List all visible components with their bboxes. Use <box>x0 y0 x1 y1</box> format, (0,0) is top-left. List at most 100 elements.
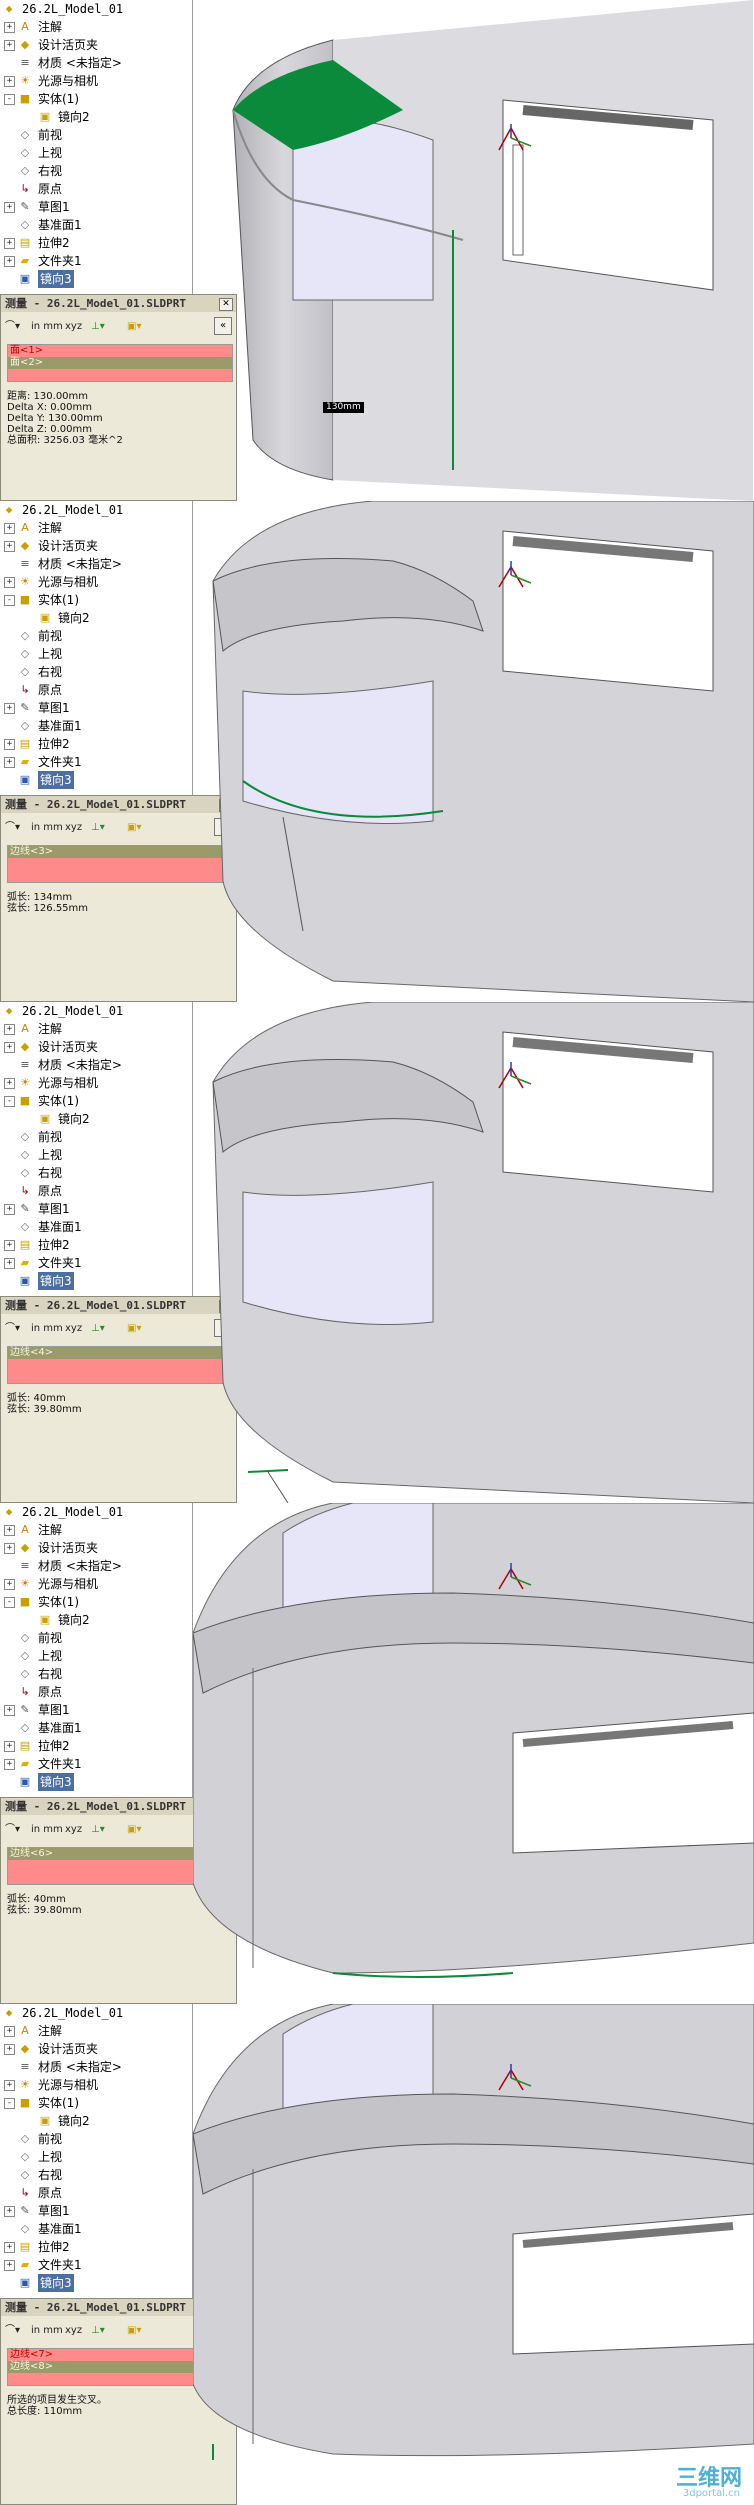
tree-item-extrude2[interactable]: + ▤ 拉伸2 <box>0 1737 190 1755</box>
model-view[interactable] <box>192 2004 754 2460</box>
units-button[interactable]: in mm <box>31 1319 63 1339</box>
tree-item-sketch1[interactable]: + ✎ 草图1 <box>0 699 190 717</box>
graphics-viewport[interactable] <box>192 1503 754 2004</box>
tree-item-folder1[interactable]: + ▰ 文件夹1 <box>0 252 190 270</box>
graphics-viewport[interactable]: 130mm <box>193 0 754 501</box>
point-to-point-icon[interactable]: ⊥▾ <box>91 2321 105 2341</box>
tree-item-origin[interactable]: ↳ 原点 <box>0 681 190 699</box>
tree-item-front-plane[interactable]: ◇ 前视 <box>0 2130 190 2148</box>
tree-item-mirror2[interactable]: ▣ 镜向2 <box>0 2112 190 2130</box>
tree-item-mirror3[interactable]: ▣ 镜向3 <box>0 2274 190 2292</box>
model-view[interactable] <box>193 501 754 1002</box>
arc-circle-icon[interactable]: ⌒▾ <box>5 2321 20 2341</box>
history-icon[interactable]: ▣▾ <box>127 818 141 838</box>
history-icon[interactable]: ▣▾ <box>127 317 141 337</box>
tree-item-sketch1[interactable]: + ✎ 草图1 <box>0 198 190 216</box>
tree-item-top-plane[interactable]: ◇ 上视 <box>0 1146 190 1164</box>
tree-item-datum-plane1[interactable]: ◇ 基准面1 <box>0 216 190 234</box>
tree-item-mirror2[interactable]: ▣ 镜向2 <box>0 108 190 126</box>
tree-item-binder[interactable]: + ◆ 设计活页夹 <box>0 1038 190 1056</box>
tree-item-material[interactable]: ≡ 材质 <未指定> <box>0 1557 190 1575</box>
arc-circle-icon[interactable]: ⌒▾ <box>5 1319 20 1339</box>
tree-item-binder[interactable]: + ◆ 设计活页夹 <box>0 1539 190 1557</box>
graphics-viewport[interactable] <box>192 2004 754 2505</box>
tree-item-annotation[interactable]: + A 注解 <box>0 18 190 36</box>
model-view[interactable] <box>192 1503 754 2004</box>
point-to-point-icon[interactable]: ⊥▾ <box>91 818 105 838</box>
model-view[interactable] <box>193 1002 754 1503</box>
tree-item-origin[interactable]: ↳ 原点 <box>0 1182 190 1200</box>
tree-item-top-plane[interactable]: ◇ 上视 <box>0 1647 190 1665</box>
tree-item-datum-plane1[interactable]: ◇ 基准面1 <box>0 2220 190 2238</box>
tree-item-sketch1[interactable]: + ✎ 草图1 <box>0 1200 190 1218</box>
tree-item-right-plane[interactable]: ◇ 右视 <box>0 1665 190 1683</box>
tree-item-binder[interactable]: + ◆ 设计活页夹 <box>0 537 190 555</box>
units-button[interactable]: in mm <box>31 2321 63 2341</box>
tree-item-front-plane[interactable]: ◇ 前视 <box>0 1128 190 1146</box>
history-icon[interactable]: ▣▾ <box>127 2321 141 2341</box>
tree-item-annotation[interactable]: + A 注解 <box>0 2022 190 2040</box>
units-button[interactable]: in mm <box>31 317 63 337</box>
tree-item-mirror2[interactable]: ▣ 镜向2 <box>0 609 190 627</box>
xyz-icon[interactable]: xyz <box>65 1820 82 1840</box>
history-icon[interactable]: ▣▾ <box>127 1820 141 1840</box>
tree-item-material[interactable]: ≡ 材质 <未指定> <box>0 555 190 573</box>
tree-item-front-plane[interactable]: ◇ 前视 <box>0 126 190 144</box>
history-icon[interactable]: ▣▾ <box>127 1319 141 1339</box>
units-button[interactable]: in mm <box>31 1820 63 1840</box>
point-to-point-icon[interactable]: ⊥▾ <box>91 1820 105 1840</box>
tree-item-mirror3[interactable]: ▣ 镜向3 <box>0 771 190 789</box>
tree-item-datum-plane1[interactable]: ◇ 基准面1 <box>0 1218 190 1236</box>
tree-item-mirror3[interactable]: ▣ 镜向3 <box>0 1272 190 1290</box>
point-to-point-icon[interactable]: ⊥▾ <box>91 317 105 337</box>
arc-circle-icon[interactable]: ⌒▾ <box>5 818 20 838</box>
graphics-viewport[interactable] <box>193 501 754 1002</box>
tree-item-solid-bodies[interactable]: - ■ 实体(1) <box>0 591 190 609</box>
tree-item-mirror3[interactable]: ▣ 镜向3 <box>0 1773 190 1791</box>
tree-item-lights[interactable]: + ☀ 光源与相机 <box>0 1074 190 1092</box>
tree-item-mirror2[interactable]: ▣ 镜向2 <box>0 1110 190 1128</box>
tree-item-lights[interactable]: + ☀ 光源与相机 <box>0 1575 190 1593</box>
tree-item-solid-bodies[interactable]: - ■ 实体(1) <box>0 90 190 108</box>
tree-item-extrude2[interactable]: + ▤ 拉伸2 <box>0 2238 190 2256</box>
tree-item-top-plane[interactable]: ◇ 上视 <box>0 645 190 663</box>
tree-item-origin[interactable]: ↳ 原点 <box>0 2184 190 2202</box>
tree-item-annotation[interactable]: + A 注解 <box>0 519 190 537</box>
tree-item-folder1[interactable]: + ▰ 文件夹1 <box>0 2256 190 2274</box>
tree-item-datum-plane1[interactable]: ◇ 基准面1 <box>0 1719 190 1737</box>
tree-item-sketch1[interactable]: + ✎ 草图1 <box>0 2202 190 2220</box>
tree-item-annotation[interactable]: + A 注解 <box>0 1521 190 1539</box>
tree-item-folder1[interactable]: + ▰ 文件夹1 <box>0 1755 190 1773</box>
arc-circle-icon[interactable]: ⌒▾ <box>5 1820 20 1840</box>
tree-item-origin[interactable]: ↳ 原点 <box>0 1683 190 1701</box>
tree-item-binder[interactable]: + ◆ 设计活页夹 <box>0 36 190 54</box>
xyz-icon[interactable]: xyz <box>65 317 82 337</box>
tree-item-origin[interactable]: ↳ 原点 <box>0 180 190 198</box>
tree-item-lights[interactable]: + ☀ 光源与相机 <box>0 2076 190 2094</box>
tree-item-solid-bodies[interactable]: - ■ 实体(1) <box>0 2094 190 2112</box>
tree-item-binder[interactable]: + ◆ 设计活页夹 <box>0 2040 190 2058</box>
tree-item-extrude2[interactable]: + ▤ 拉伸2 <box>0 234 190 252</box>
model-view[interactable] <box>193 0 754 501</box>
tree-item-sketch1[interactable]: + ✎ 草图1 <box>0 1701 190 1719</box>
tree-item-annotation[interactable]: + A 注解 <box>0 1020 190 1038</box>
tree-item-right-plane[interactable]: ◇ 右视 <box>0 162 190 180</box>
tree-item-extrude2[interactable]: + ▤ 拉伸2 <box>0 1236 190 1254</box>
tree-item-folder1[interactable]: + ▰ 文件夹1 <box>0 753 190 771</box>
tree-item-solid-bodies[interactable]: - ■ 实体(1) <box>0 1593 190 1611</box>
xyz-icon[interactable]: xyz <box>65 2321 82 2341</box>
tree-item-mirror3[interactable]: ▣ 镜向3 <box>0 270 190 288</box>
tree-item-lights[interactable]: + ☀ 光源与相机 <box>0 72 190 90</box>
tree-item-datum-plane1[interactable]: ◇ 基准面1 <box>0 717 190 735</box>
tree-item-extrude2[interactable]: + ▤ 拉伸2 <box>0 735 190 753</box>
units-button[interactable]: in mm <box>31 818 63 838</box>
tree-item-front-plane[interactable]: ◇ 前视 <box>0 627 190 645</box>
tree-item-folder1[interactable]: + ▰ 文件夹1 <box>0 1254 190 1272</box>
tree-item-top-plane[interactable]: ◇ 上视 <box>0 144 190 162</box>
tree-item-lights[interactable]: + ☀ 光源与相机 <box>0 573 190 591</box>
graphics-viewport[interactable] <box>193 1002 754 1503</box>
tree-item-top-plane[interactable]: ◇ 上视 <box>0 2148 190 2166</box>
tree-item-solid-bodies[interactable]: - ■ 实体(1) <box>0 1092 190 1110</box>
tree-item-mirror2[interactable]: ▣ 镜向2 <box>0 1611 190 1629</box>
tree-item-material[interactable]: ≡ 材质 <未指定> <box>0 54 190 72</box>
